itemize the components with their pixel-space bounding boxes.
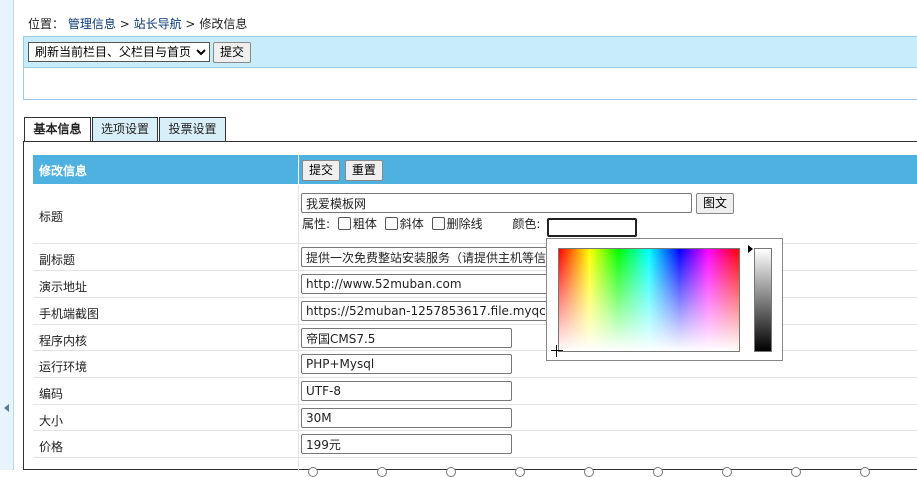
tab-basic-info[interactable]: 基本信息 <box>24 117 91 143</box>
radio-option[interactable] <box>308 467 318 477</box>
breadcrumb-prefix: 位置： <box>28 17 65 31</box>
radio-option[interactable] <box>377 467 387 477</box>
radio-option[interactable] <box>791 467 801 477</box>
title-image-button[interactable]: 图文 <box>696 193 735 214</box>
size-label: 大小 <box>39 414 64 428</box>
toolbar-blank-row <box>24 67 917 99</box>
encoding-input[interactable] <box>301 381 512 401</box>
kernel-input[interactable] <box>301 328 512 348</box>
title-input[interactable] <box>301 193 692 213</box>
refresh-toolbar: 刷新当前栏目、父栏目与首页 提交 <box>23 36 917 100</box>
strike-checkbox[interactable] <box>431 217 445 230</box>
form-header-title: 修改信息 <box>39 164 88 178</box>
radio-option[interactable] <box>446 467 456 477</box>
italic-label: 斜体 <box>399 217 424 231</box>
form-row: 价格 <box>33 431 917 458</box>
radio-option[interactable] <box>860 467 870 477</box>
demo-url-label: 演示地址 <box>39 280 88 294</box>
price-input[interactable] <box>301 434 512 454</box>
form-row: 编码 <box>33 378 917 405</box>
tab-option-settings[interactable]: 选项设置 <box>92 117 158 142</box>
brightness-pointer-icon[interactable] <box>748 245 753 253</box>
price-label: 价格 <box>39 440 64 454</box>
bold-checkbox[interactable] <box>337 217 351 230</box>
breadcrumb-separator: > <box>185 17 196 31</box>
attr-label: 属性: <box>302 217 331 231</box>
form-row: 运行环境 <box>33 351 917 378</box>
crosshair-icon[interactable] <box>551 345 563 357</box>
environment-input[interactable] <box>301 354 512 374</box>
breadcrumb-current: 修改信息 <box>199 17 248 31</box>
breadcrumb-separator: > <box>119 17 130 31</box>
left-collapse-bar[interactable] <box>0 0 14 470</box>
title-row: 标题 图文 属性: 粗体 斜体 删除线 颜色: <box>33 185 917 244</box>
form-header: 修改信息 提交 重置 <box>33 155 917 184</box>
subtitle-label: 副标题 <box>39 253 76 267</box>
radio-option[interactable] <box>515 467 525 477</box>
color-spectrum[interactable] <box>558 248 740 352</box>
size-input[interactable] <box>301 408 512 428</box>
toolbar-submit-button[interactable]: 提交 <box>213 42 252 63</box>
title-label: 标题 <box>39 210 64 224</box>
environment-label: 运行环境 <box>39 360 88 374</box>
kernel-label: 程序内核 <box>39 334 88 348</box>
color-picker-popup <box>546 238 783 361</box>
tab-vote-settings[interactable]: 投票设置 <box>159 117 226 142</box>
form-row: 大小 <box>33 405 917 431</box>
mobile-screenshot-label: 手机端截图 <box>39 307 100 321</box>
breadcrumb: 位置： 管理信息 > 站长导航 > 修改信息 <box>28 15 247 32</box>
italic-checkbox[interactable] <box>384 217 398 230</box>
form-submit-button[interactable]: 提交 <box>302 160 341 181</box>
encoding-label: 编码 <box>39 387 64 401</box>
color-label: 颜色: <box>512 217 541 231</box>
color-input[interactable] <box>547 218 637 237</box>
radio-option[interactable] <box>722 467 732 477</box>
form-reset-button[interactable]: 重置 <box>344 160 383 181</box>
bold-label: 粗体 <box>352 217 377 231</box>
form-row: 程序内核 <box>33 325 917 351</box>
collapse-arrow-icon[interactable] <box>4 404 9 412</box>
form-row: 手机端截图 <box>33 298 917 325</box>
strike-label: 删除线 <box>446 217 483 231</box>
form-row: 副标题 <box>33 244 917 271</box>
radio-option[interactable] <box>584 467 594 477</box>
form-row: 演示地址 <box>33 271 917 298</box>
breadcrumb-site-nav[interactable]: 站长导航 <box>134 17 182 31</box>
brightness-slider[interactable] <box>754 248 772 352</box>
title-attributes: 属性: 粗体 斜体 删除线 颜色: <box>302 215 540 232</box>
refresh-select[interactable]: 刷新当前栏目、父栏目与首页 <box>28 42 210 62</box>
radio-option[interactable] <box>653 467 663 477</box>
breadcrumb-manage-info[interactable]: 管理信息 <box>68 17 116 31</box>
form-row-partial <box>33 458 917 471</box>
